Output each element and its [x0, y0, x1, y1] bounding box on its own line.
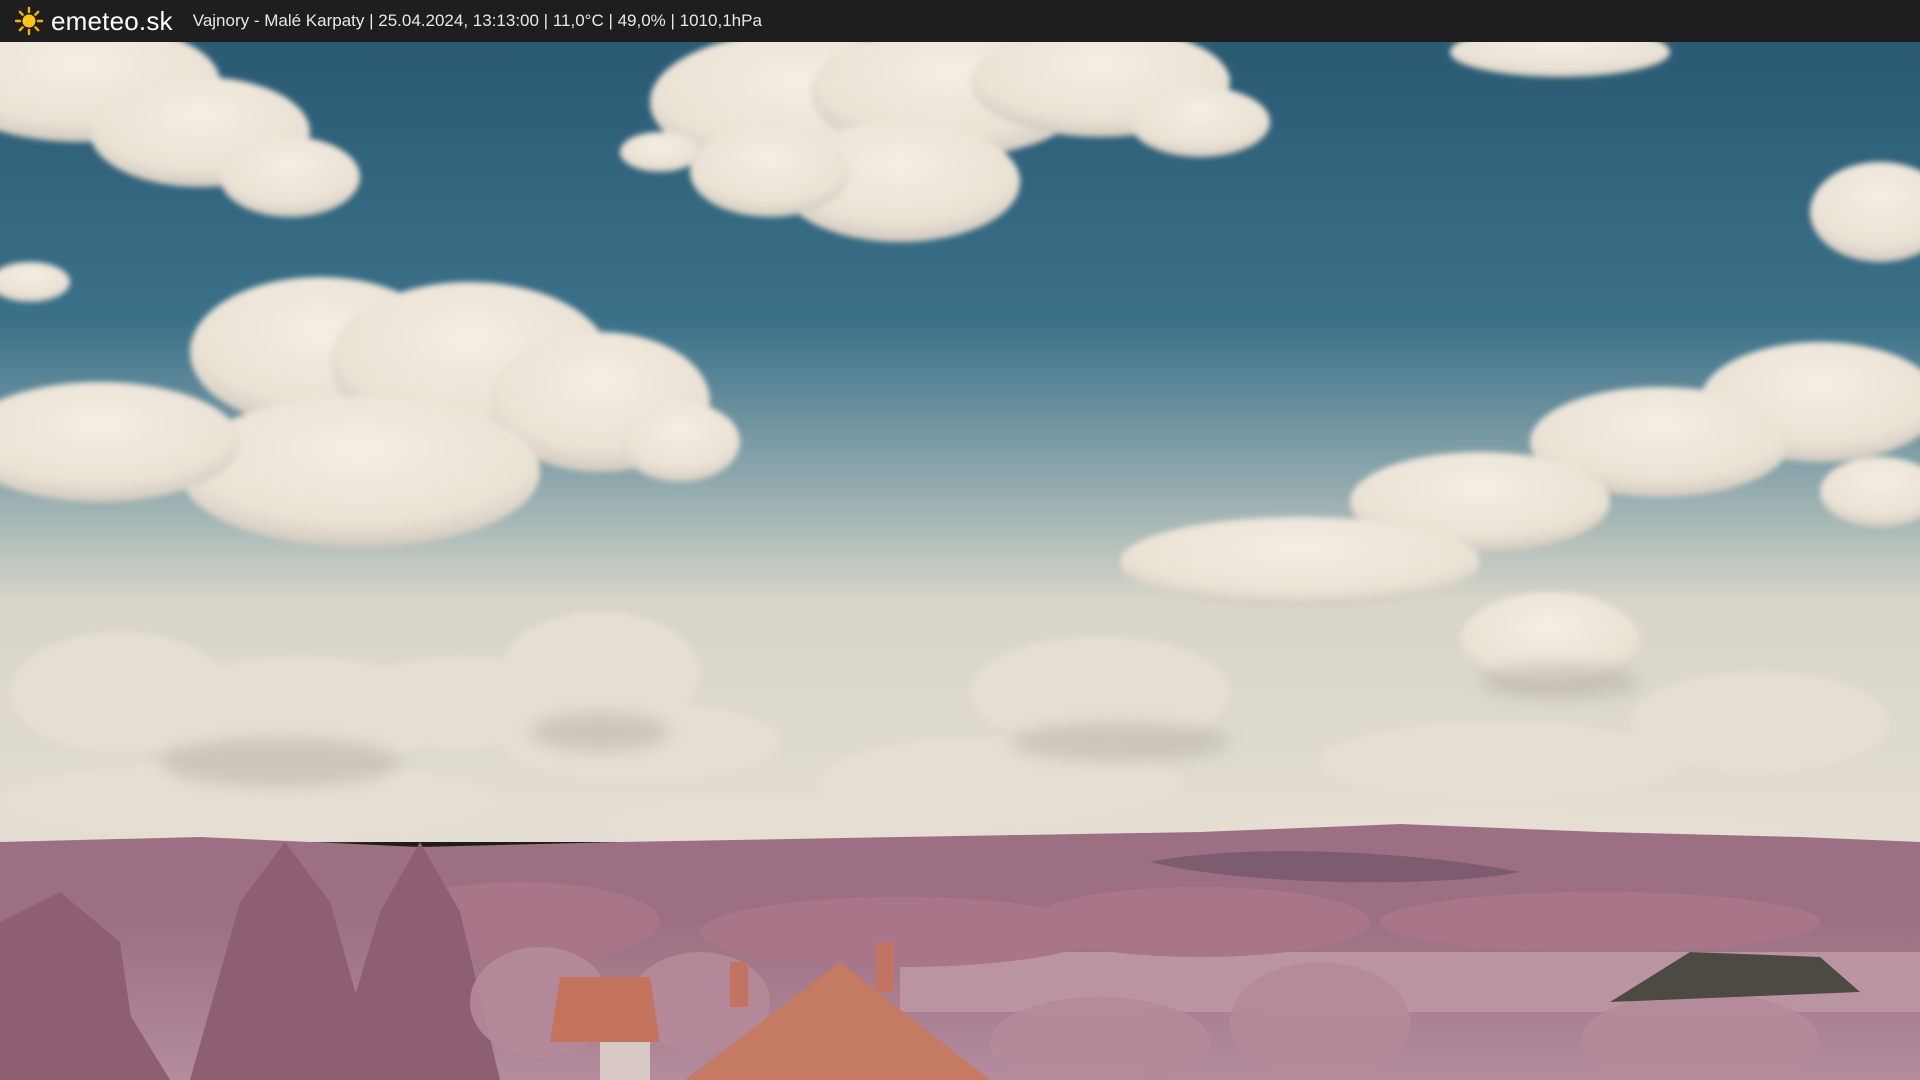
webcam-image [0, 42, 1920, 1080]
weather-info: Vajnory - Malé Karpaty | 25.04.2024, 13:… [192, 11, 762, 30]
site-logo[interactable]: emeteo.sk [14, 6, 173, 37]
brand-name: emeteo.sk [51, 5, 173, 36]
sun-icon [14, 6, 44, 36]
top-bar: emeteo.sk Vajnory - Malé Karpaty | 25.04… [0, 0, 1920, 42]
